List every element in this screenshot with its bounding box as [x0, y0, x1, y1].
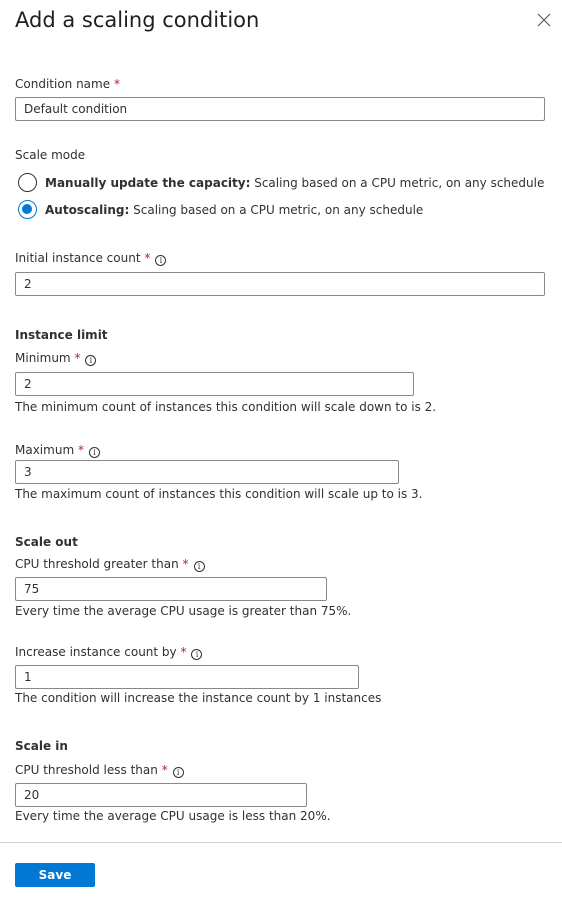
radio-autoscaling-label[interactable]: Autoscaling: Scaling based on a CPU metr… [45, 202, 423, 218]
instance-limit-heading: Instance limit [15, 328, 108, 342]
cpu-greater-help: Every time the average CPU usage is grea… [15, 604, 352, 618]
info-icon[interactable]: i [172, 767, 184, 778]
save-button[interactable]: Save [15, 863, 95, 887]
info-icon[interactable]: i [88, 447, 100, 458]
radio-autoscaling[interactable] [18, 200, 37, 219]
minimum-help: The minimum count of instances this cond… [15, 400, 437, 414]
maximum-input[interactable] [15, 460, 399, 484]
initial-count-label: Initial instance count * i [15, 250, 167, 266]
cpu-less-help: Every time the average CPU usage is less… [15, 809, 331, 823]
radio-manual-label[interactable]: Manually update the capacity: Scaling ba… [45, 175, 544, 191]
footer-divider [0, 842, 562, 843]
cpu-less-input[interactable] [15, 783, 307, 807]
close-icon[interactable] [536, 12, 552, 28]
maximum-help: The maximum count of instances this cond… [15, 487, 423, 501]
radio-manual[interactable] [18, 173, 37, 192]
info-icon[interactable]: i [155, 255, 167, 266]
increase-help: The condition will increase the instance… [15, 691, 382, 705]
minimum-label: Minimum * i [15, 350, 97, 366]
initial-count-input[interactable] [15, 272, 545, 296]
maximum-label: Maximum * i [15, 442, 100, 458]
minimum-input[interactable] [15, 372, 414, 396]
info-icon[interactable]: i [85, 355, 97, 366]
scale-in-heading: Scale in [15, 739, 68, 753]
info-icon[interactable]: i [191, 649, 203, 660]
info-icon[interactable]: i [193, 561, 205, 572]
scale-out-heading: Scale out [15, 535, 78, 549]
page-title: Add a scaling condition [15, 8, 260, 32]
cpu-less-label: CPU threshold less than * i [15, 762, 184, 778]
cpu-greater-label: CPU threshold greater than * i [15, 556, 205, 572]
condition-name-label: Condition name * [15, 77, 120, 91]
scale-mode-label: Scale mode [15, 148, 86, 162]
cpu-greater-input[interactable] [15, 577, 327, 601]
increase-input[interactable] [15, 665, 359, 689]
condition-name-input[interactable] [15, 97, 545, 121]
increase-label: Increase instance count by * i [15, 644, 203, 660]
